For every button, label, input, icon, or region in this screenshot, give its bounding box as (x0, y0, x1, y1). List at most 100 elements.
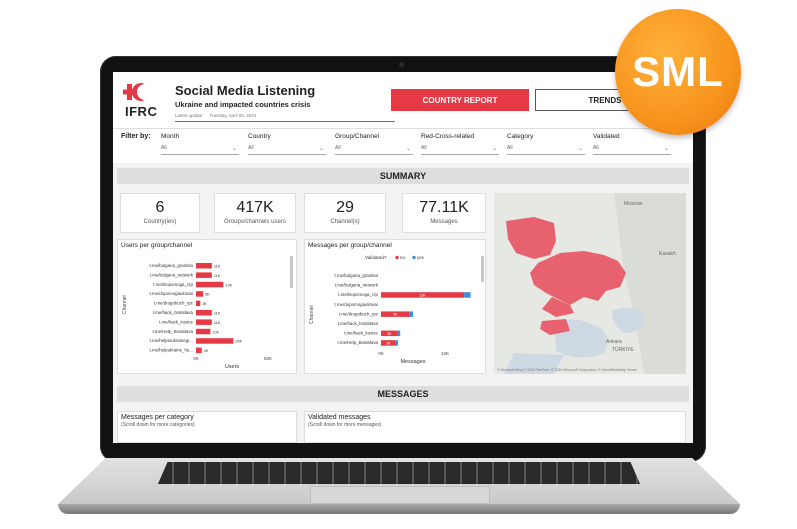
dashboard-screen: IFRC Social Media Listening Ukraine and … (113, 72, 693, 443)
data-label: 10K (212, 330, 219, 334)
page-subtitle: Ukraine and impacted countries crisis (175, 100, 311, 109)
users-per-channel-chart: Channel t.me/bulgaria_granitsa 11K t.me/bul… (122, 256, 293, 370)
header-divider (175, 121, 395, 122)
tick-label: t.me/bulgaria_network (335, 283, 379, 288)
data-label: 3K (202, 302, 207, 306)
data-label: 5K (393, 313, 398, 317)
bar[interactable] (196, 272, 212, 278)
filter-category[interactable]: Category All ⌄ (507, 133, 585, 155)
legend-marker (395, 255, 399, 260)
legend-label: yes (417, 255, 425, 260)
y-axis-label: Channel (309, 305, 315, 324)
data-label: 3K (386, 342, 391, 346)
tick-label: t.me/hack_kosice (344, 331, 378, 336)
tick-label: t.me/helptoukrainegr... (150, 338, 193, 343)
tick-label: t.me/Help_Bratislava (152, 329, 193, 334)
map-shapes: Moscow Kazakh. Ankara TÜRKIYE (494, 193, 686, 374)
bar[interactable] (196, 300, 201, 307)
trackpad (310, 486, 490, 504)
data-label: 11K (214, 265, 221, 269)
messages-per-category-panel[interactable]: Messages per category (Scroll down for m… (117, 411, 297, 443)
red-cross-crescent-logo-icon (123, 83, 145, 101)
legend-label: no (400, 255, 405, 260)
x-axis-label: Users (225, 364, 240, 370)
country-map[interactable]: Moscow Kazakh. Ankara TÜRKIYE © Microsof… (494, 193, 686, 374)
x-tick-label: 0K (193, 356, 199, 361)
map-label: Kazakh. (659, 251, 677, 257)
bar[interactable] (196, 291, 204, 297)
dashboard-header: IFRC Social Media Listening Ukraine and … (113, 72, 693, 128)
tick-label: t.me/hack_bratislava (153, 310, 194, 315)
bar-yes[interactable] (395, 340, 398, 346)
bar[interactable] (196, 263, 212, 269)
data-label: 4K (204, 349, 209, 353)
tick-label: t.me/drogobuch_rpc (154, 301, 194, 306)
bar[interactable] (196, 319, 212, 325)
keyboard (158, 462, 640, 484)
x-tick-label: 50K (264, 356, 272, 361)
messages-header: MESSAGES (117, 386, 689, 402)
y-axis-label: Channel (122, 295, 128, 314)
map-label: TÜRKIYE (612, 346, 634, 353)
bar-yes[interactable] (409, 311, 413, 317)
tick-label: t.me/dopomogaukraini (335, 302, 378, 307)
messages-per-channel-chart: Validated? no yes Channel t.me/bulgaria_gran… (309, 255, 484, 365)
x-tick-label: 0K (378, 351, 384, 356)
chevron-down-icon: ⌄ (231, 146, 237, 152)
bar[interactable] (196, 281, 224, 288)
tick-label: t.me/helpukraine_hu... (150, 348, 193, 353)
data-label: 11K (214, 321, 221, 325)
bar[interactable] (196, 328, 211, 335)
filter-validated[interactable]: Validated All ⌄ (593, 133, 671, 155)
map-label: Moscow (624, 201, 643, 207)
map-label: Ankara (606, 339, 622, 345)
tick-label: t.me/dopomogaukraini (150, 291, 193, 296)
scrollbar[interactable] (481, 256, 484, 282)
sml-badge: SML (615, 9, 741, 135)
bar-yes[interactable] (397, 330, 401, 337)
latest-update: Latest update: Tuesday, April 09, 2024 (175, 113, 257, 118)
filter-country[interactable]: Country All ⌄ (248, 133, 326, 155)
tick-label: t.me/hack_bratislava (338, 321, 379, 326)
legend-marker (412, 255, 416, 260)
laptop-base (58, 458, 740, 518)
filter-by-label: Filter by: (121, 133, 151, 140)
data-label: 3K (387, 332, 392, 336)
ifrc-logo-text: IFRC (125, 104, 158, 119)
country-report-button[interactable]: COUNTRY REPORT (391, 89, 529, 111)
webcam (399, 62, 404, 67)
filter-group-channel[interactable]: Group/Channel All ⌄ (335, 133, 413, 155)
chevron-down-icon: ⌄ (318, 146, 324, 152)
scrollbar[interactable] (290, 256, 293, 288)
chevron-down-icon: ⌄ (405, 146, 411, 152)
data-label: 11K (214, 312, 221, 316)
kpi-channels: 29 Channel(s) (304, 193, 386, 233)
kpi-countries: 6 Country(ies) (120, 193, 200, 233)
summary-header: SUMMARY (117, 168, 689, 184)
kpi-messages: 77.11K Messages (402, 193, 486, 233)
bar-yes[interactable] (464, 292, 471, 298)
chevron-down-icon: ⌄ (491, 146, 497, 152)
data-label: 26K (235, 340, 242, 344)
filter-red-cross-related[interactable]: Red-Cross-related All ⌄ (421, 133, 499, 155)
filter-month[interactable]: Month All ⌄ (161, 133, 239, 155)
data-label: 13K (419, 294, 426, 298)
bar[interactable] (196, 347, 202, 354)
chevron-down-icon: ⌄ (663, 146, 669, 152)
data-label: 11K (214, 274, 221, 278)
tick-label: t.me/bulgaria_granitsa (335, 273, 379, 278)
chart-title: Users per group/channel (121, 242, 193, 249)
tick-label: t.me/hack_kosice (159, 319, 193, 324)
bar[interactable] (196, 338, 234, 344)
legend-title: Validated? (365, 255, 387, 260)
filter-bar: Filter by: Month All ⌄ Country All ⌄ Group… (113, 128, 693, 163)
chevron-down-icon: ⌄ (577, 146, 583, 152)
tick-label: t.me/bulgaria_network (150, 272, 194, 277)
validated-messages-panel[interactable]: Validated messages (Scroll down for more… (304, 411, 686, 443)
tick-label: t.me/drogobuch_rpc (339, 311, 379, 316)
tick-label: t.me/Help_Bratislava (337, 340, 378, 345)
data-label: 19K (225, 283, 232, 287)
messages-per-channel-panel: Messages per group/channel Validated? no y… (304, 239, 486, 374)
bar[interactable] (196, 310, 212, 316)
tick-label: t.me/Dopomoga_rzp (153, 282, 193, 287)
